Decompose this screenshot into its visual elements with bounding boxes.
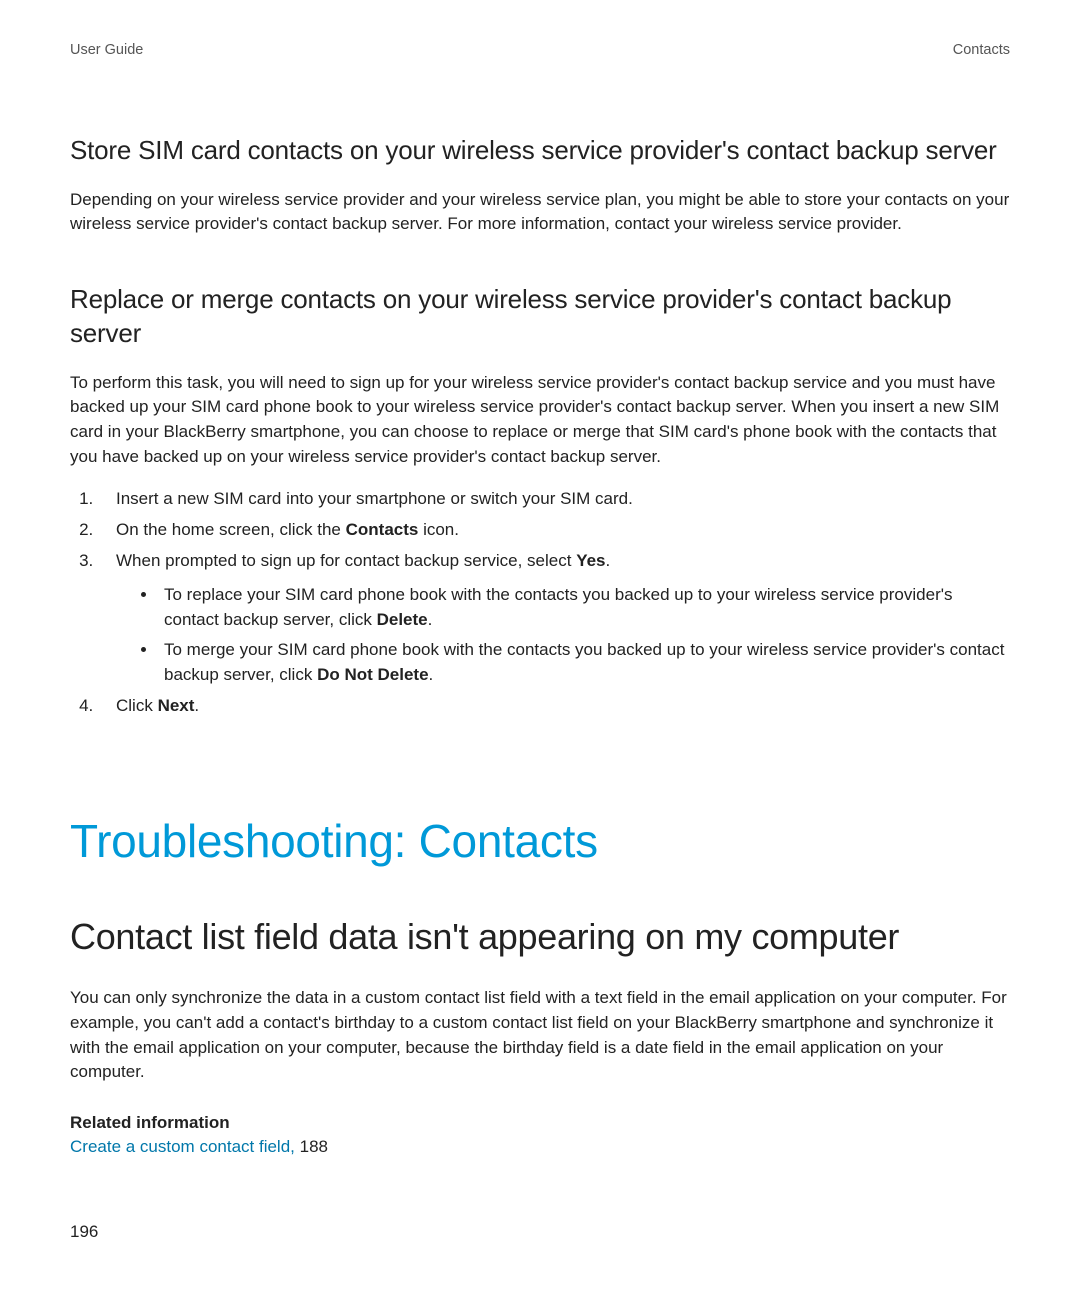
step-2-post: icon.: [418, 520, 459, 539]
related-link[interactable]: Create a custom contact field,: [70, 1137, 295, 1156]
step-2-pre: On the home screen, click the: [116, 520, 346, 539]
header-left: User Guide: [70, 42, 143, 58]
related-heading: Related information: [70, 1113, 1010, 1133]
step-1-text: Insert a new SIM card into your smartpho…: [116, 489, 633, 508]
step-4-post: .: [194, 696, 199, 715]
step-4-pre: Click: [116, 696, 158, 715]
step-3-b1-pre: To replace your SIM card phone book with…: [164, 585, 952, 629]
step-3-post: .: [606, 551, 611, 570]
step-3-b2-pre: To merge your SIM card phone book with t…: [164, 640, 1004, 684]
step-3-b2-post: .: [429, 665, 434, 684]
running-header: User Guide Contacts: [70, 42, 1010, 58]
step-3-bullet-2: To merge your SIM card phone book with t…: [158, 638, 1010, 687]
topic-body: You can only synchronize the data in a c…: [70, 986, 1010, 1085]
step-3-b1-post: .: [428, 610, 433, 629]
step-3-bold: Yes: [576, 551, 605, 570]
step-2-bold: Contacts: [346, 520, 419, 539]
section2-steps: Insert a new SIM card into your smartpho…: [70, 487, 1010, 718]
step-1: Insert a new SIM card into your smartpho…: [98, 487, 1010, 512]
topic-title: Contact list field data isn't appearing …: [70, 916, 1010, 958]
chapter-title: Troubleshooting: Contacts: [70, 814, 1010, 868]
step-3-b1-bold: Delete: [377, 610, 428, 629]
step-4: Click Next.: [98, 694, 1010, 719]
header-right: Contacts: [953, 42, 1010, 58]
step-3-b2-bold: Do Not Delete: [317, 665, 428, 684]
document-page: User Guide Contacts Store SIM card conta…: [0, 0, 1080, 1296]
step-4-bold: Next: [158, 696, 195, 715]
related-link-row: Create a custom contact field, 188: [70, 1137, 1010, 1157]
page-number: 196: [70, 1222, 98, 1242]
section2-intro: To perform this task, you will need to s…: [70, 371, 1010, 470]
related-link-page: 188: [295, 1137, 328, 1156]
section1-body: Depending on your wireless service provi…: [70, 188, 1010, 237]
step-3-bullet-1: To replace your SIM card phone book with…: [158, 583, 1010, 632]
step-3: When prompted to sign up for contact bac…: [98, 549, 1010, 688]
step-3-bullets: To replace your SIM card phone book with…: [116, 583, 1010, 688]
section2-heading: Replace or merge contacts on your wirele…: [70, 283, 1010, 351]
step-3-pre: When prompted to sign up for contact bac…: [116, 551, 576, 570]
section1-heading: Store SIM card contacts on your wireless…: [70, 134, 1010, 168]
step-2: On the home screen, click the Contacts i…: [98, 518, 1010, 543]
